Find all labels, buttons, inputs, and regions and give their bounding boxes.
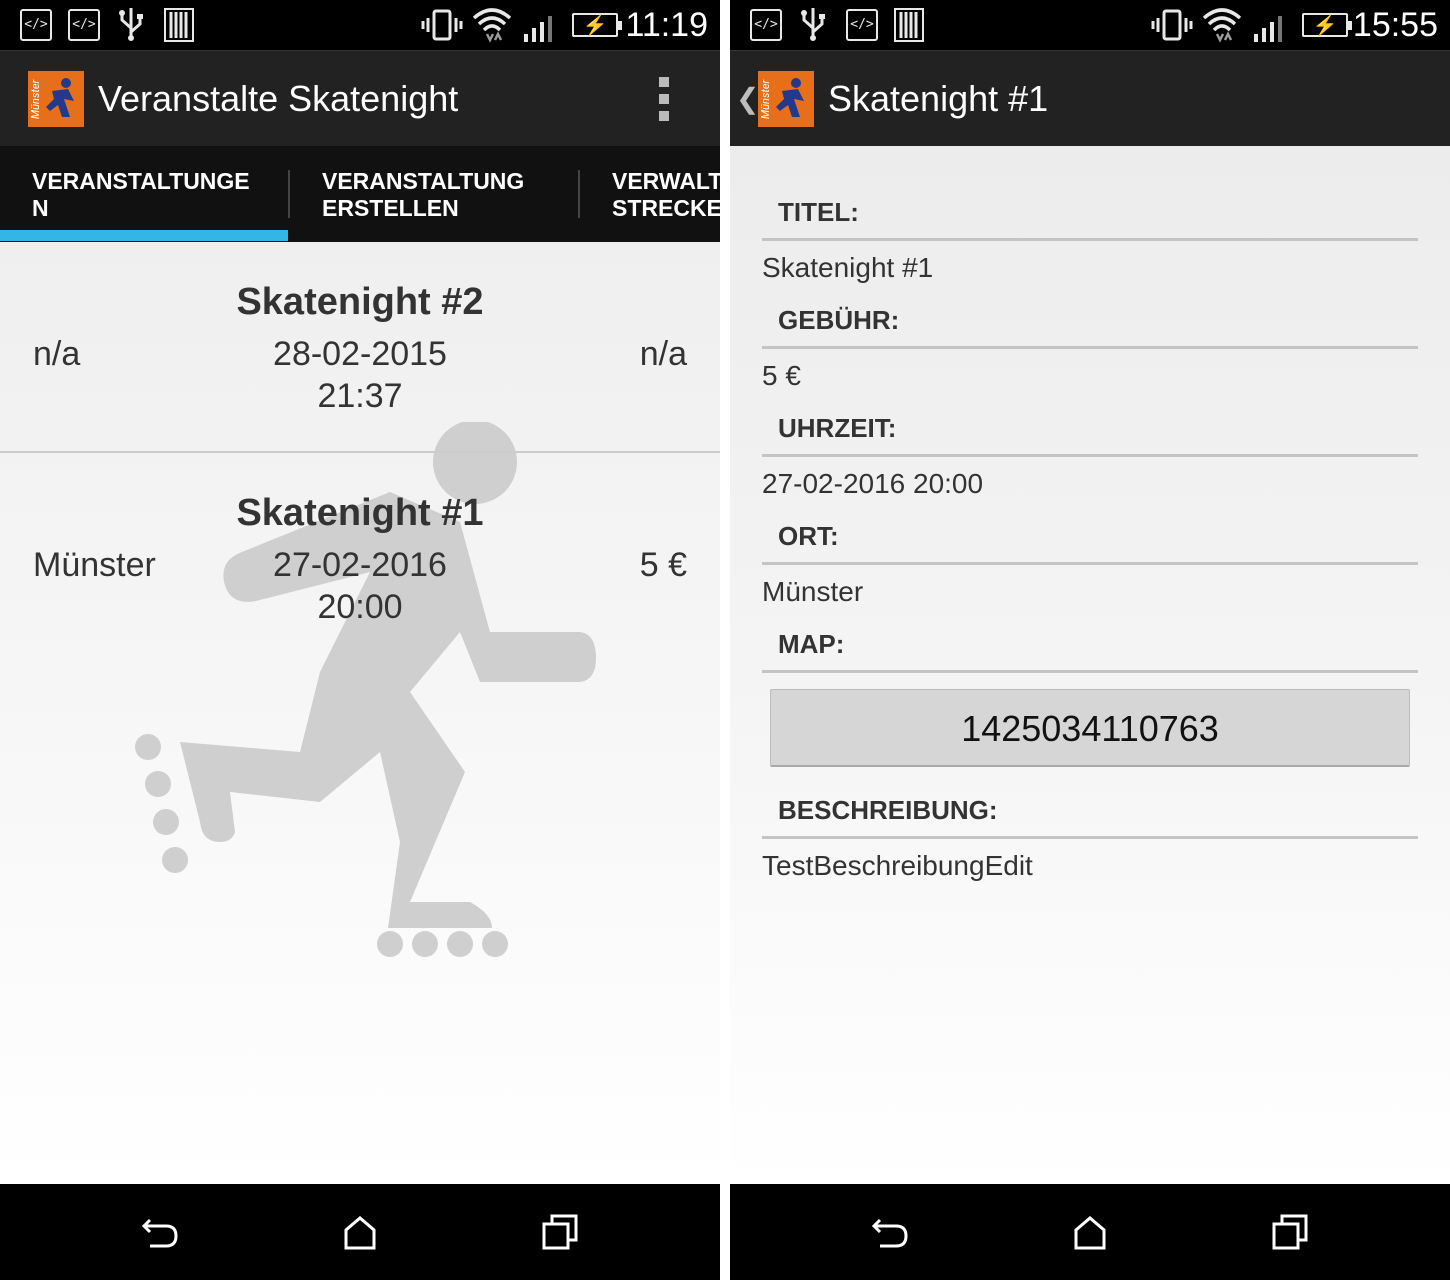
event-title: Skatenight #2: [236, 281, 484, 323]
event-details: TITEL: Skatenight #1 GEBÜHR: 5 € UHRZEIT…: [730, 146, 1450, 1184]
tab-divider: [578, 170, 580, 218]
usb-icon: [798, 6, 828, 52]
list-item[interactable]: Skatenight #2 n/a 28-02-2015 21:37 n/a: [0, 242, 720, 453]
uhrzeit-label: UHRZEIT:: [778, 413, 897, 443]
tab-veranstaltungen[interactable]: VERANSTALTUNGE N: [32, 146, 282, 242]
logo-text: Münster: [759, 79, 773, 120]
navigation-bar: [0, 1184, 720, 1280]
signal-icon: [1252, 8, 1288, 42]
storage-icon: [894, 8, 924, 42]
event-time: 20:00: [317, 588, 403, 626]
section-divider: [762, 670, 1418, 673]
navigation-bar: [730, 1184, 1450, 1280]
titel-value: Skatenight #1: [762, 252, 934, 283]
tab-selected-indicator: [0, 230, 288, 241]
status-bar: </> </> ⚡ 15:55: [730, 0, 1450, 50]
code-icon: </>: [750, 9, 782, 41]
chevron-left-icon[interactable]: ❮: [736, 81, 759, 117]
section-divider: [762, 346, 1418, 349]
signal-icon: [522, 8, 558, 42]
tab-divider: [288, 170, 290, 218]
battery-charging-icon: ⚡: [572, 13, 622, 37]
event-fee: 5 €: [639, 546, 687, 584]
status-time: 15:55: [1352, 6, 1438, 44]
event-title: Skatenight #1: [236, 492, 484, 534]
left-phone-screen: </> </> ⚡ 11:19 Münster Veranstalte Skat…: [0, 0, 720, 1280]
status-bar: </> </> ⚡ 11:19: [0, 0, 720, 50]
map-label: MAP:: [778, 629, 845, 659]
event-time: 21:37: [317, 377, 403, 415]
gebuehr-value: 5 €: [762, 360, 801, 391]
recent-apps-icon[interactable]: [540, 1212, 580, 1252]
ort-label: ORT:: [778, 521, 839, 551]
app-logo-icon[interactable]: Münster: [758, 71, 814, 127]
event-date: 27-02-2016: [273, 546, 447, 584]
page-title: Veranstalte Skatenight: [98, 78, 459, 119]
map-button[interactable]: 1425034110763: [770, 689, 1410, 767]
action-bar: ❮ Münster Skatenight #1: [730, 50, 1450, 146]
titel-label: TITEL:: [778, 197, 859, 227]
code-icon: </>: [846, 9, 878, 41]
tab-bar: VERANSTALTUNGE N VERANSTALTUNG ERSTELLEN…: [0, 146, 720, 242]
code-icon: </>: [68, 9, 100, 41]
event-date: 28-02-2015: [273, 335, 447, 373]
section-divider: [762, 562, 1418, 565]
uhrzeit-value: 27-02-2016 20:00: [762, 468, 984, 499]
page-title: Skatenight #1: [828, 78, 1049, 119]
screenshot-pair: </> </> ⚡ 11:19 Münster Veranstalte Skat…: [0, 0, 1450, 1280]
usb-icon: [116, 6, 146, 52]
wifi-icon: [1200, 4, 1244, 44]
section-divider: [762, 836, 1418, 839]
ort-value: Münster: [762, 576, 864, 607]
section-divider: [762, 238, 1418, 241]
back-icon[interactable]: [870, 1212, 910, 1252]
back-icon[interactable]: [140, 1212, 180, 1252]
event-fee: n/a: [639, 335, 687, 373]
tab-verwalten-strecken[interactable]: VERWALTEN STRECKEN: [612, 146, 720, 242]
vibrate-icon: [420, 8, 464, 42]
gebuehr-label: GEBÜHR:: [778, 305, 900, 335]
home-icon[interactable]: [1070, 1212, 1110, 1252]
overflow-menu-icon[interactable]: [652, 77, 676, 121]
battery-charging-icon: ⚡: [1302, 13, 1352, 37]
right-phone-screen: </> </> ⚡ 15:55 ❮ Münster Skatenight #1 …: [730, 0, 1450, 1280]
beschreibung-label: BESCHREIBUNG:: [778, 795, 998, 825]
beschreibung-value: TestBeschreibungEdit: [762, 850, 1033, 881]
home-icon[interactable]: [340, 1212, 380, 1252]
code-icon: </>: [20, 9, 52, 41]
storage-icon: [164, 8, 194, 42]
events-list: Skatenight #2 n/a 28-02-2015 21:37 n/a S…: [0, 242, 720, 1184]
list-item[interactable]: Skatenight #1 Münster 27-02-2016 20:00 5…: [0, 453, 720, 663]
wifi-icon: [470, 4, 514, 44]
status-time: 11:19: [625, 6, 708, 44]
tab-veranstaltung-erstellen[interactable]: VERANSTALTUNG ERSTELLEN: [322, 146, 572, 242]
recent-apps-icon[interactable]: [1270, 1212, 1310, 1252]
logo-text: Münster: [29, 79, 43, 120]
section-divider: [762, 454, 1418, 457]
app-logo-icon[interactable]: Münster: [28, 71, 84, 127]
action-bar: Münster Veranstalte Skatenight: [0, 50, 720, 146]
vibrate-icon: [1150, 8, 1194, 42]
